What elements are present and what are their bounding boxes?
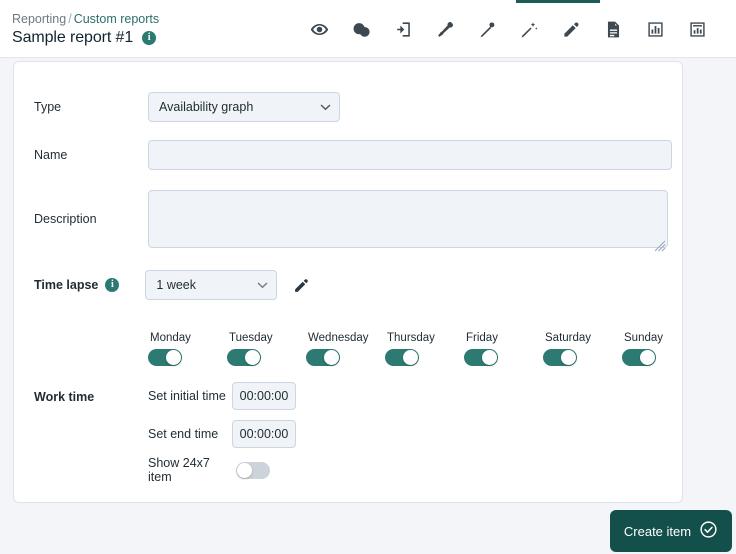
- breadcrumb-parent[interactable]: Reporting: [12, 12, 66, 26]
- info-icon[interactable]: [142, 31, 157, 45]
- pencil-icon[interactable]: [550, 7, 592, 51]
- document-icon[interactable]: [592, 7, 634, 51]
- day-cell-tuesday: Tuesday: [227, 332, 306, 366]
- toggle-knob: [561, 350, 576, 365]
- show-24x7-row: Show 24x7 item: [148, 456, 270, 484]
- day-label-wednesday: Wednesday: [308, 332, 369, 344]
- toggle-knob: [640, 350, 655, 365]
- create-item-button[interactable]: Create item: [610, 510, 732, 552]
- day-cell-friday: Friday: [464, 332, 543, 366]
- breadcrumb-separator: /: [68, 12, 72, 26]
- day-toggle-tuesday[interactable]: [227, 349, 261, 366]
- description-label: Description: [34, 212, 97, 226]
- report-form-card: Type Availability graph Name Description: [14, 62, 682, 502]
- check-circle-icon: [699, 520, 718, 542]
- main-toolbar: [298, 0, 718, 58]
- day-label-sunday: Sunday: [624, 332, 664, 344]
- name-label: Name: [34, 148, 68, 162]
- toggle-knob: [403, 350, 418, 365]
- work-time-label: Work time: [34, 390, 95, 404]
- set-end-time-input[interactable]: [232, 420, 296, 448]
- magic-wand-icon[interactable]: [508, 7, 550, 51]
- inventory-icon[interactable]: [382, 7, 424, 51]
- day-cell-saturday: Saturday: [543, 332, 622, 366]
- field-row-name: Name: [34, 140, 674, 170]
- wrench-icon[interactable]: [424, 7, 466, 51]
- day-label-friday: Friday: [466, 332, 498, 344]
- description-textarea[interactable]: [148, 190, 668, 248]
- speedometer-icon[interactable]: [340, 7, 382, 51]
- day-label-monday: Monday: [150, 332, 191, 344]
- day-toggle-saturday[interactable]: [543, 349, 577, 366]
- show-24x7-toggle[interactable]: [236, 461, 270, 479]
- field-row-time-lapse: Time lapse 1 week: [34, 270, 312, 300]
- type-select[interactable]: Availability graph: [148, 92, 340, 122]
- create-item-label: Create item: [623, 523, 692, 539]
- work-time-end-row: Set end time: [148, 420, 296, 448]
- day-label-saturday: Saturday: [545, 332, 592, 344]
- page-title: Sample report #1: [12, 29, 134, 46]
- screwdriver-icon[interactable]: [466, 7, 508, 51]
- day-cell-thursday: Thursday: [385, 332, 464, 366]
- toggle-knob: [166, 350, 181, 365]
- day-label-tuesday: Tuesday: [229, 332, 273, 344]
- day-label-thursday: Thursday: [387, 332, 435, 344]
- toggle-knob: [245, 350, 260, 365]
- day-toggle-thursday[interactable]: [385, 349, 419, 366]
- app-header: Reporting / Custom reports Sample report #…: [0, 0, 736, 58]
- eye-icon[interactable]: [298, 7, 340, 51]
- toggle-knob: [482, 350, 497, 365]
- type-label: Type: [34, 100, 62, 114]
- day-cell-sunday: Sunday: [622, 332, 682, 366]
- name-input[interactable]: [148, 140, 672, 170]
- day-toggle-wednesday[interactable]: [306, 349, 340, 366]
- breadcrumb: Reporting / Custom reports: [12, 12, 159, 26]
- day-toggle-monday[interactable]: [148, 349, 182, 366]
- time-lapse-label: Time lapse: [34, 278, 99, 292]
- toggle-knob: [237, 462, 252, 478]
- day-toggle-friday[interactable]: [464, 349, 498, 366]
- breadcrumb-current[interactable]: Custom reports: [74, 12, 159, 26]
- chart-frame-icon[interactable]: [676, 7, 718, 51]
- toggle-knob: [324, 350, 339, 365]
- bar-chart-icon[interactable]: [634, 7, 676, 51]
- time-lapse-edit-pencil-icon[interactable]: [290, 274, 312, 296]
- day-cell-monday: Monday: [148, 332, 227, 366]
- page-title-row: Sample report #1: [12, 29, 157, 47]
- day-cell-wednesday: Wednesday: [306, 332, 385, 366]
- set-initial-time-input[interactable]: [232, 382, 296, 410]
- time-lapse-select-wrap: 1 week: [145, 270, 278, 300]
- weekday-toggle-row: Monday Tuesday Wednesday Thursday Friday…: [148, 332, 682, 366]
- set-initial-time-label: Set initial time: [148, 389, 226, 403]
- show-24x7-label: Show 24x7 item: [148, 456, 210, 484]
- field-row-type: Type Availability graph: [34, 92, 364, 122]
- type-select-wrap: Availability graph: [148, 92, 340, 122]
- day-toggle-sunday[interactable]: [622, 349, 656, 366]
- work-time-initial-row: Set initial time: [148, 382, 296, 410]
- time-lapse-info-icon[interactable]: [105, 278, 120, 292]
- set-end-time-label: Set end time: [148, 427, 219, 441]
- description-wrap: [148, 190, 668, 253]
- time-lapse-select[interactable]: 1 week: [145, 270, 278, 300]
- field-row-description: Description: [34, 190, 674, 253]
